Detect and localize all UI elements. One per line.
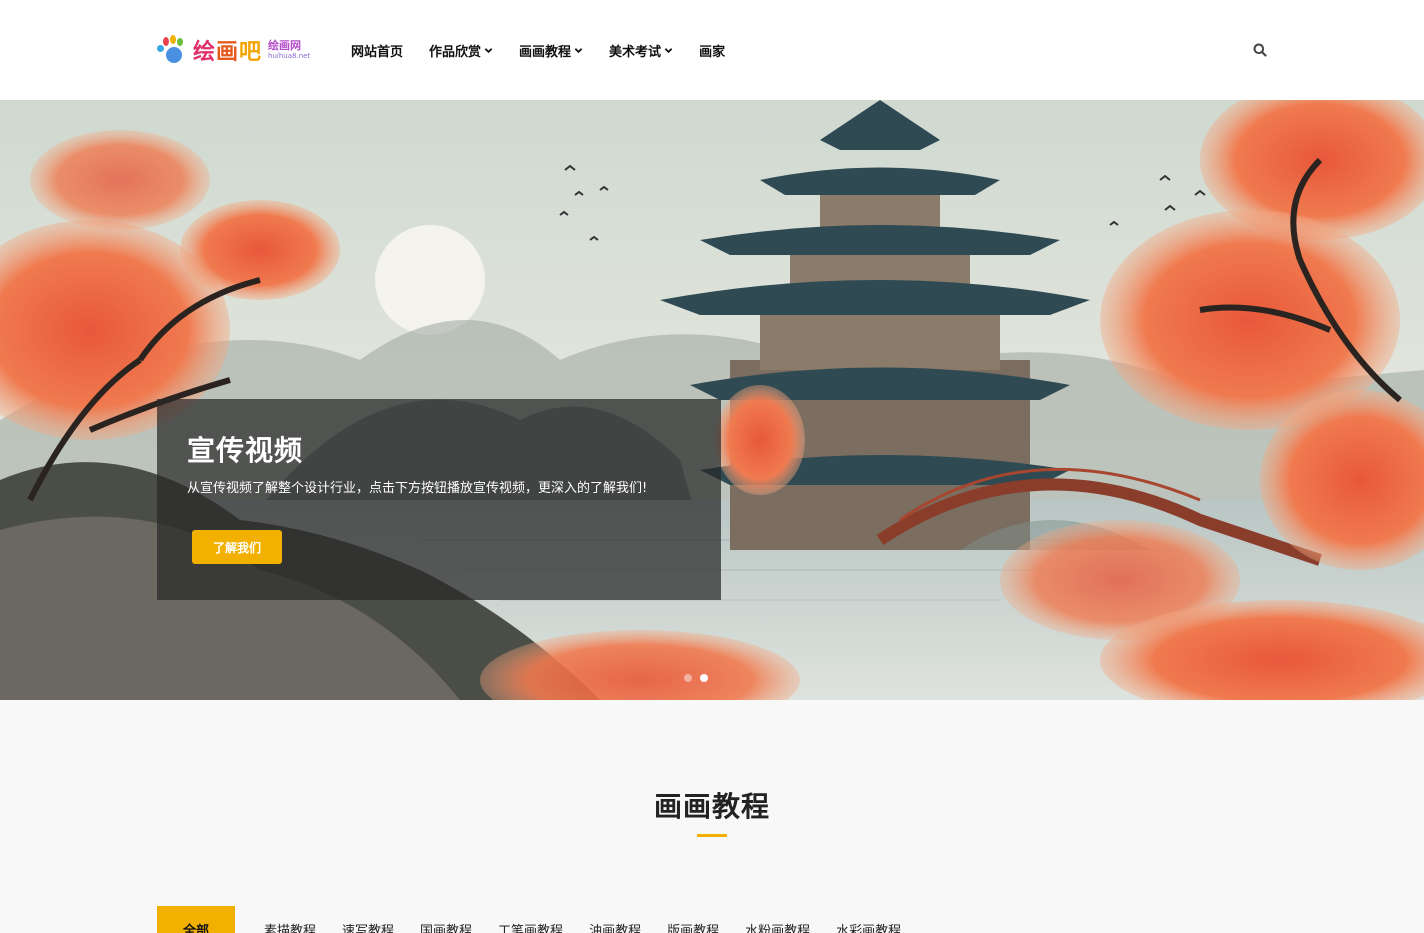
nav-item-art-exam[interactable]: 美术考试 xyxy=(609,41,673,60)
site-logo[interactable]: 绘画吧 绘画网 huihua8.net xyxy=(157,34,319,66)
nav-item-tutorials[interactable]: 画画教程 xyxy=(519,41,583,60)
search-icon xyxy=(1253,43,1267,57)
tab-sketch[interactable]: 素描教程 xyxy=(264,906,316,933)
logo-subtitle: 绘画网 huihua8.net xyxy=(268,39,311,60)
tab-quick-sketch[interactable]: 速写教程 xyxy=(342,906,394,933)
chevron-down-icon xyxy=(574,47,583,53)
slider-pagination xyxy=(684,674,708,682)
chevron-down-icon xyxy=(664,47,673,53)
nav-item-painters[interactable]: 画家 xyxy=(699,41,725,60)
main-nav: 网站首页 作品欣赏 画画教程 美术考试 画家 xyxy=(351,40,751,60)
tab-watercolor[interactable]: 水彩画教程 xyxy=(836,906,901,933)
chevron-down-icon xyxy=(484,47,493,53)
tab-oil-painting[interactable]: 油画教程 xyxy=(589,906,641,933)
slider-dot-1[interactable] xyxy=(684,674,692,682)
hero-caption: 宣传视频 从宣传视频了解整个设计行业，点击下方按钮播放宣传视频，更深入的了解我们… xyxy=(157,399,721,600)
section-title: 画画教程 xyxy=(653,790,770,823)
hero-slider: 宣传视频 从宣传视频了解整个设计行业，点击下方按钮播放宣传视频，更深入的了解我们… xyxy=(0,100,1424,700)
nav-item-works[interactable]: 作品欣赏 xyxy=(429,41,493,60)
section-title-underline xyxy=(697,834,727,837)
tutorial-category-tabs: 全部 素描教程 速写教程 国画教程 工笔画教程 油画教程 版画教程 水粉画教程 … xyxy=(157,906,901,933)
painted-hand-icon xyxy=(157,35,191,65)
tab-all[interactable]: 全部 xyxy=(157,906,235,933)
tab-gouache[interactable]: 水粉画教程 xyxy=(745,906,810,933)
tab-printmaking[interactable]: 版画教程 xyxy=(667,906,719,933)
site-header: 绘画吧 绘画网 huihua8.net 网站首页 作品欣赏 画画教程 美术考试 … xyxy=(0,0,1424,100)
learn-more-button[interactable]: 了解我们 xyxy=(192,530,282,564)
tab-chinese-painting[interactable]: 国画教程 xyxy=(420,906,472,933)
hero-description: 从宣传视频了解整个设计行业，点击下方按钮播放宣传视频，更深入的了解我们! xyxy=(187,481,648,496)
slider-dot-2[interactable] xyxy=(700,674,708,682)
tab-gongbi[interactable]: 工笔画教程 xyxy=(498,906,563,933)
nav-item-home[interactable]: 网站首页 xyxy=(351,41,403,60)
hero-title: 宣传视频 xyxy=(187,434,304,467)
logo-wordmark: 绘画吧 xyxy=(193,39,263,65)
search-button[interactable] xyxy=(1250,40,1270,60)
